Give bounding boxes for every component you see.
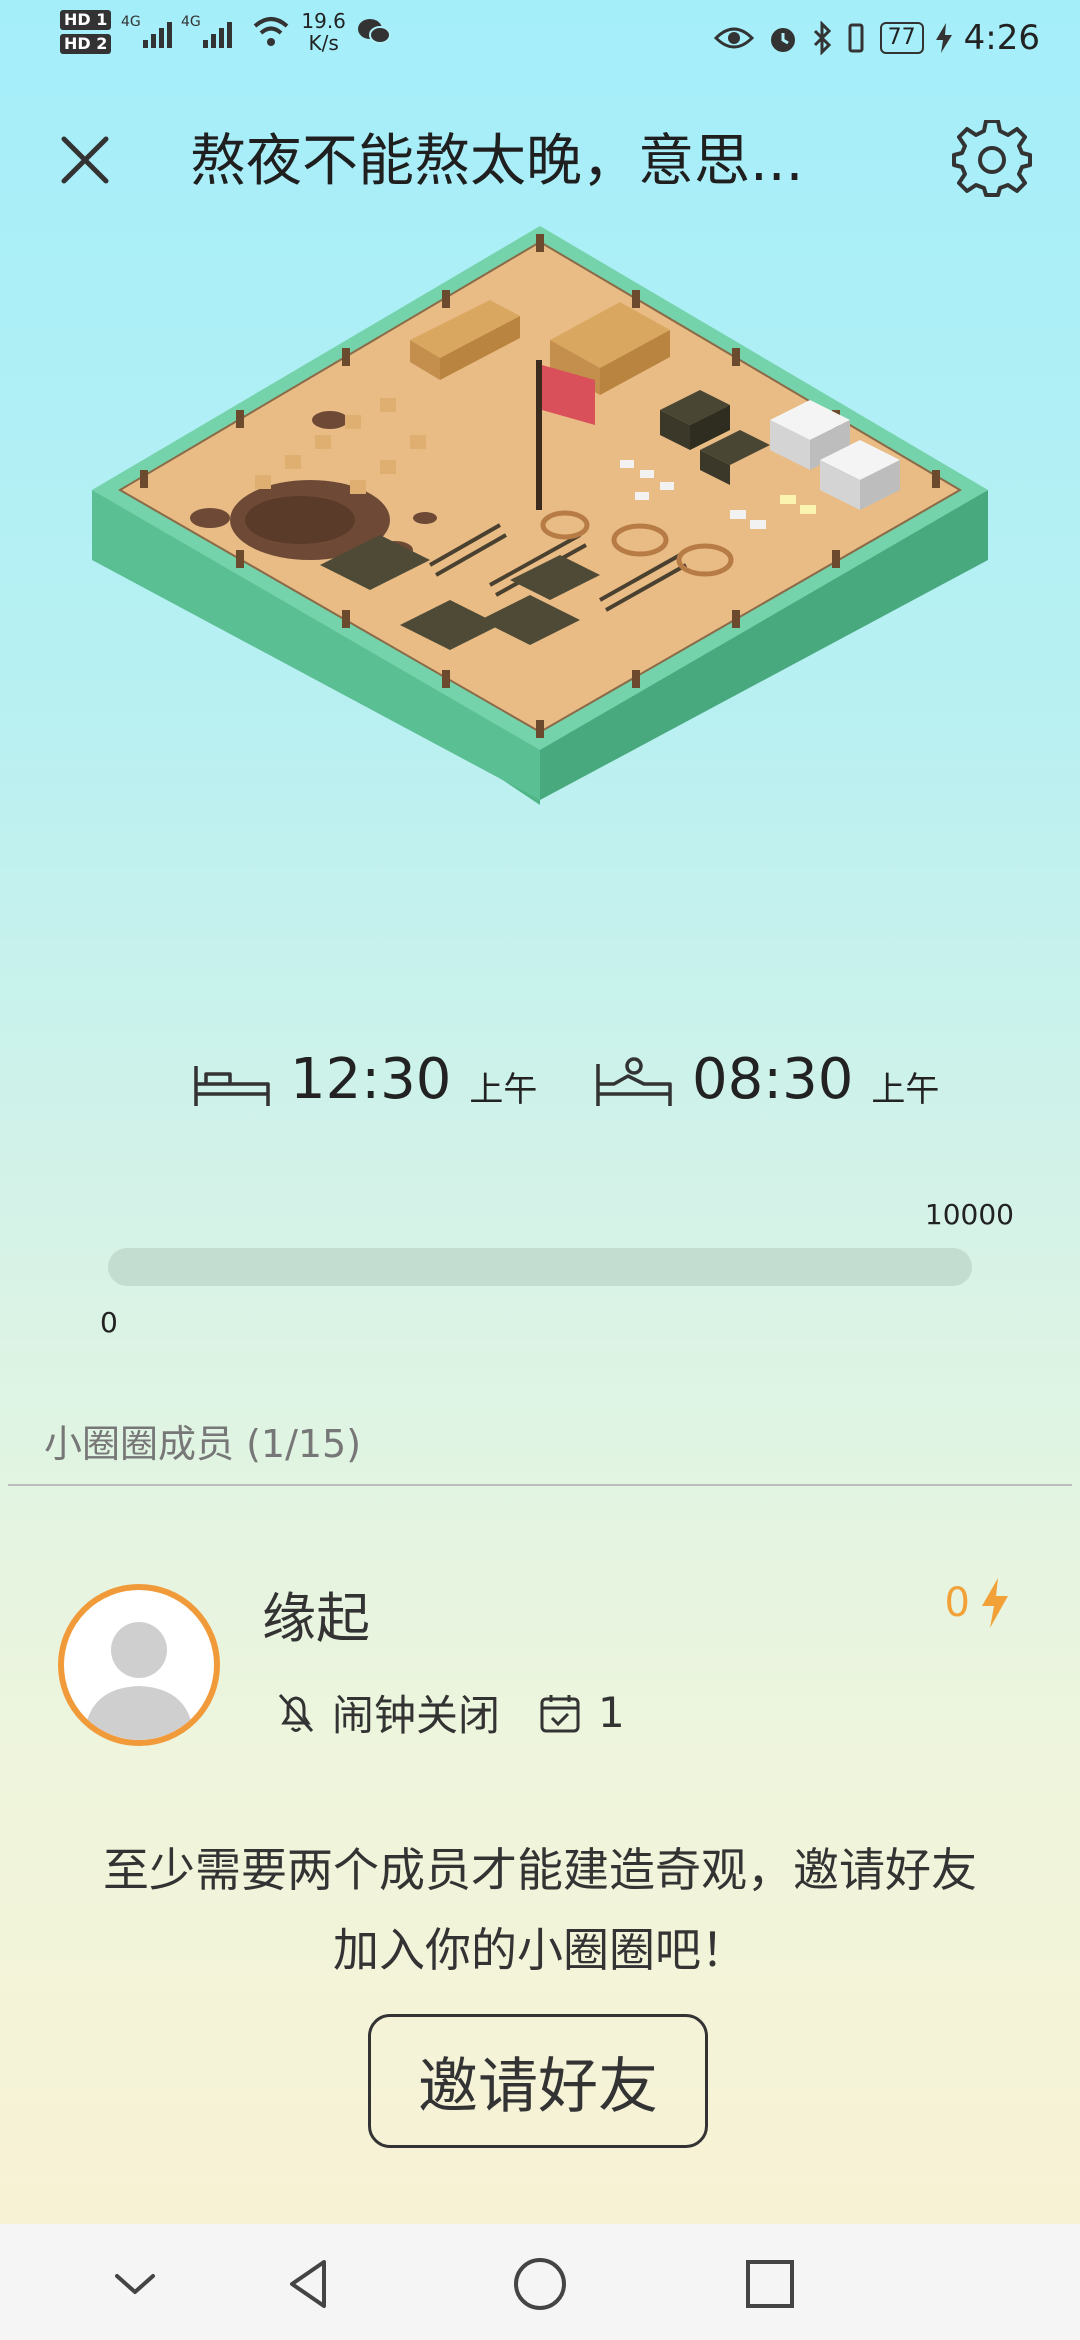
lightning-icon — [982, 1578, 1008, 1628]
invite-message-line2: 加入你的小圈圈吧！ — [333, 1923, 747, 1977]
member-name: 缘起 — [262, 1587, 370, 1650]
page-title: 熬夜不能熬太晚，意思... — [190, 129, 804, 194]
bluetooth-icon — [813, 21, 831, 55]
battery-indicator: 77 — [879, 22, 924, 54]
invite-friends-button[interactable]: 邀请好友 — [368, 2014, 708, 2148]
alarm-icon — [770, 28, 795, 52]
bedtime-ampm: 上午 — [469, 1070, 538, 1110]
energy-counter: 0 — [945, 1578, 1010, 1628]
wake-up-icon — [596, 1057, 672, 1106]
bed-icon — [194, 1066, 270, 1106]
recents-icon[interactable] — [740, 2254, 800, 2314]
progress-min-label: 0 — [100, 1306, 118, 1339]
speed-value: 19.6 — [301, 9, 346, 33]
progress-max-label: 10000 — [924, 1198, 1014, 1231]
construction-scene — [92, 226, 988, 805]
alarm-off-icon — [278, 1693, 314, 1732]
back-icon[interactable] — [280, 2254, 340, 2314]
chevron-down-icon[interactable] — [105, 2254, 165, 2314]
signal-icon: 4G 4G — [121, 14, 233, 48]
wake-time: 08:30 — [692, 1047, 854, 1112]
status-right: 77 4:26 — [713, 18, 1040, 58]
status-left: HD 1 HD 2 4G 4G 19.6 K/s — [60, 10, 392, 54]
svg-text:4G: 4G — [181, 14, 201, 30]
status-bar: HD 1 HD 2 4G 4G 19.6 K/s 77 4:26 — [0, 0, 1080, 80]
hd1-badge: HD 1 — [60, 10, 112, 30]
home-icon[interactable] — [510, 2254, 570, 2314]
invite-message: 至少需要两个成员才能建造奇观，邀请好友 加入你的小圈圈吧！ — [40, 1830, 1040, 1990]
eye-icon — [713, 27, 754, 49]
net-speed: 19.6 K/s — [301, 10, 346, 54]
calendar-check-icon — [540, 1694, 580, 1732]
avatar[interactable] — [58, 1584, 220, 1746]
wechat-icon — [357, 19, 391, 44]
hd2-badge: HD 2 — [60, 34, 112, 54]
clock: 4:26 — [963, 18, 1040, 58]
members-header: 小圈圈成员 (1/15) — [44, 1422, 362, 1466]
bedtime: 12:30 — [290, 1047, 452, 1112]
system-nav-bar — [0, 2224, 1080, 2340]
svg-text:4G: 4G — [121, 14, 141, 30]
vibrate-icon — [848, 23, 864, 53]
bedtime-block[interactable]: 12:30 上午 — [192, 1050, 537, 1110]
member-meta: 闹钟关闭 1 — [276, 1682, 625, 1743]
wake-time-block[interactable]: 08:30 上午 — [594, 1050, 939, 1110]
speed-unit: K/s — [308, 31, 339, 55]
default-avatar-icon — [84, 1622, 194, 1740]
close-icon[interactable] — [50, 125, 120, 195]
hd-badges: HD 1 HD 2 — [60, 10, 112, 54]
gear-icon[interactable] — [952, 120, 1032, 200]
invite-message-line1: 至少需要两个成员才能建造奇观，邀请好友 — [103, 1843, 977, 1897]
progress-bar — [108, 1248, 972, 1286]
check-count: 1 — [598, 1688, 625, 1737]
flag-pole — [536, 360, 542, 510]
alarm-status: 闹钟关闭 — [332, 1691, 501, 1740]
charging-icon — [935, 23, 952, 53]
energy-value: 0 — [944, 1580, 970, 1626]
divider — [8, 1484, 1072, 1486]
wifi-icon — [254, 17, 289, 46]
wake-ampm: 上午 — [871, 1070, 940, 1110]
